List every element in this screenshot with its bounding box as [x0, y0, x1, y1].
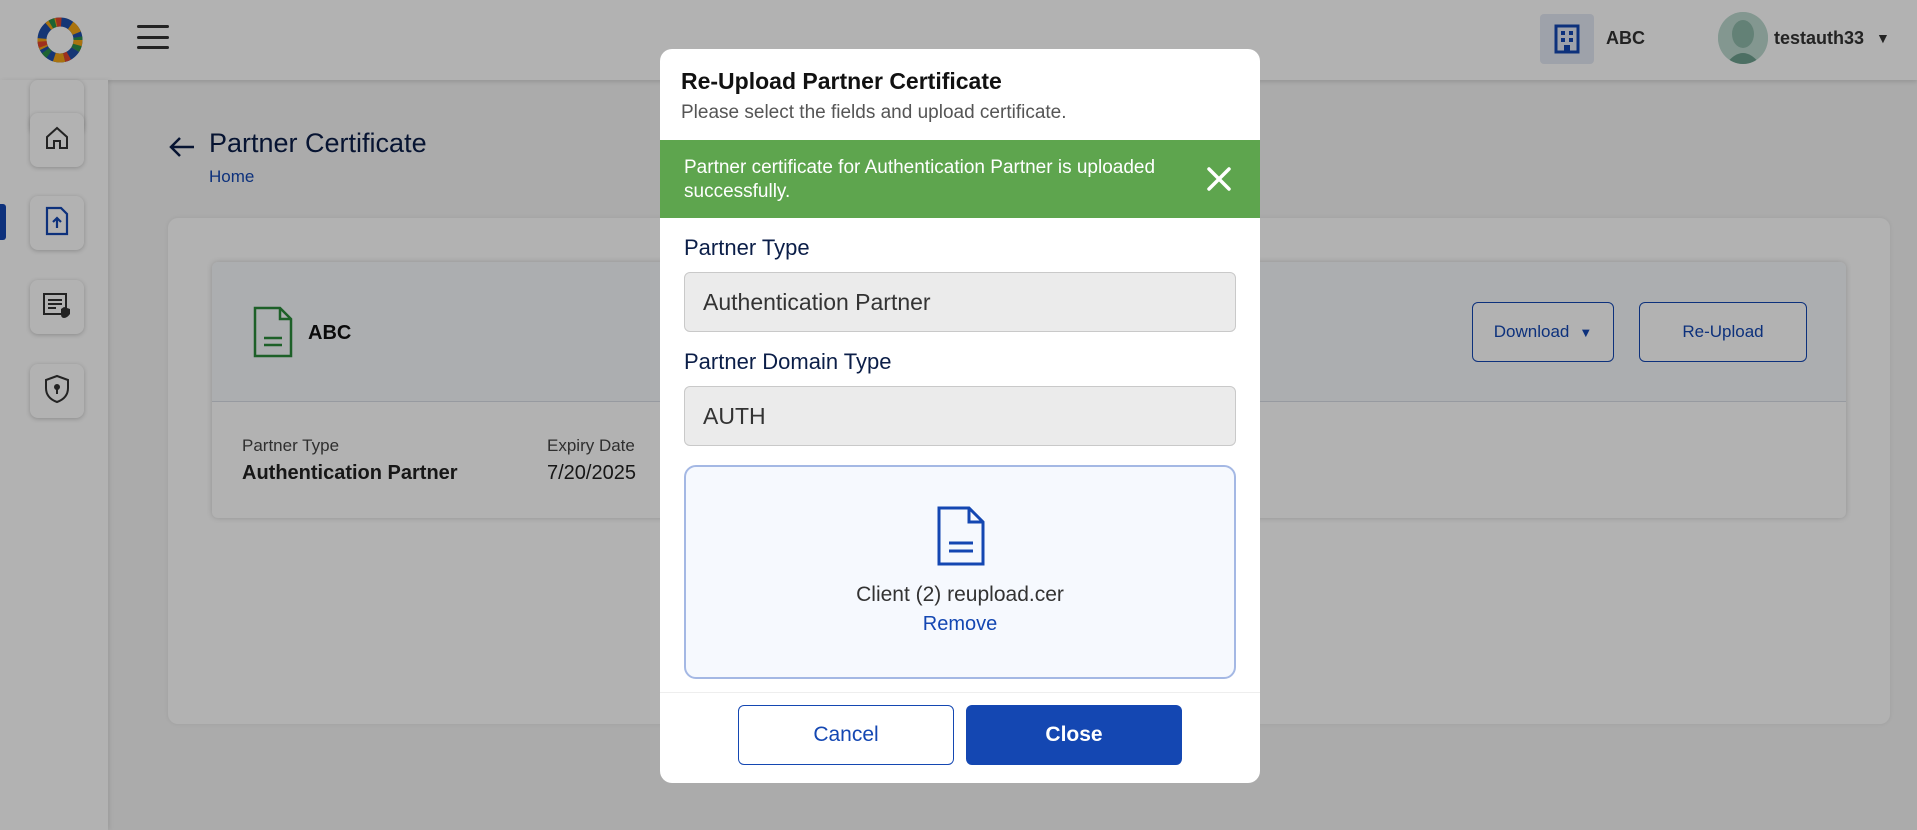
- close-button[interactable]: Close: [966, 705, 1182, 765]
- domain-type-field-label: Partner Domain Type: [684, 349, 892, 374]
- uploaded-file-name: Client (2) reupload.cer: [856, 583, 1064, 606]
- modal-footer: Cancel Close: [660, 692, 1260, 783]
- domain-type-field[interactable]: AUTH: [684, 386, 1236, 446]
- modal-subtitle: Please select the fields and upload cert…: [681, 102, 1067, 123]
- modal-title: Re-Upload Partner Certificate: [681, 68, 1002, 94]
- close-icon[interactable]: [1204, 164, 1234, 194]
- success-alert-text: Partner certificate for Authentication P…: [684, 157, 1156, 202]
- document-icon: [935, 505, 987, 567]
- success-alert: Partner certificate for Authentication P…: [660, 140, 1260, 218]
- cancel-button[interactable]: Cancel: [738, 705, 954, 765]
- reupload-modal: Re-Upload Partner Certificate Please sel…: [660, 49, 1260, 783]
- remove-file-link[interactable]: Remove: [686, 613, 1234, 636]
- partner-type-field-label: Partner Type: [684, 235, 810, 260]
- partner-type-field[interactable]: Authentication Partner: [684, 272, 1236, 332]
- file-upload-area[interactable]: Client (2) reupload.cer Remove: [684, 465, 1236, 679]
